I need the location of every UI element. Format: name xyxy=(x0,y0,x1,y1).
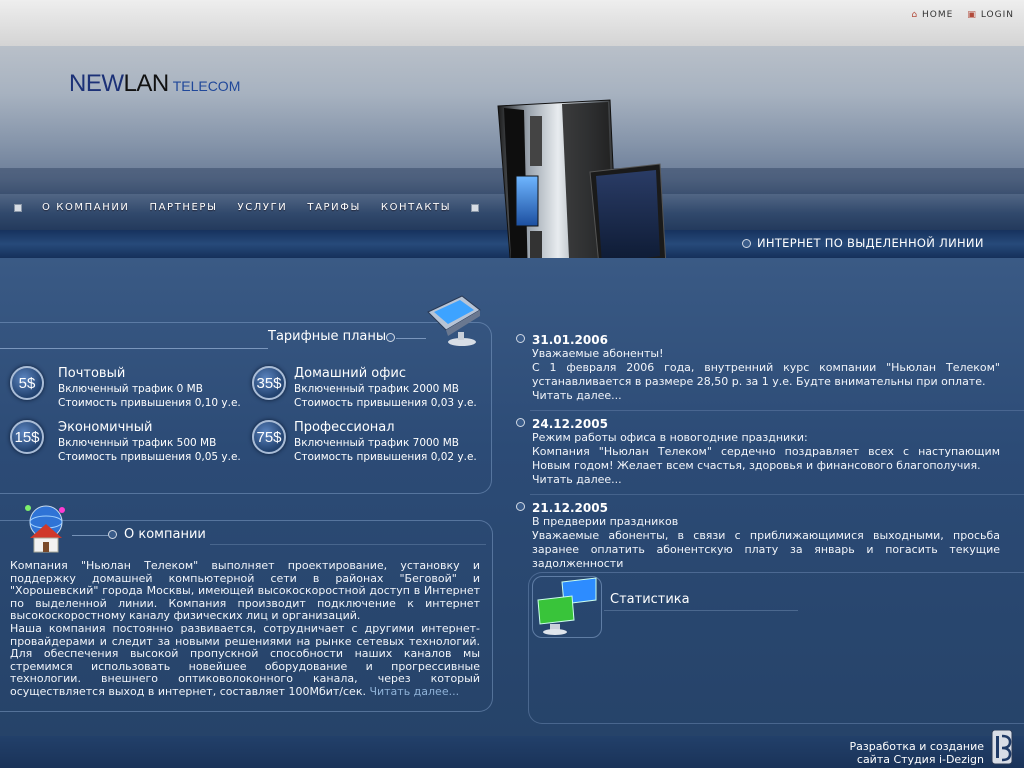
news-body: Компания "Ньюлан Телеком" сердечно поздр… xyxy=(532,445,1000,472)
logo-lan: LAN xyxy=(123,70,170,97)
tariff-overage: Стоимость привышения 0,03 у.е. xyxy=(294,396,477,409)
news-date: 21.12.2005 xyxy=(532,501,608,515)
about-title-line xyxy=(72,535,108,536)
tariff-traffic: Включенный трафик 0 MB xyxy=(58,383,203,395)
tariff-item[interactable]: 15$ Экономичный Включенный трафик 500 MB… xyxy=(10,420,241,464)
footer-credit-line-1: Разработка и создание xyxy=(849,740,984,753)
news-read-more-link[interactable]: Читать далее... xyxy=(532,473,1000,487)
news-divider xyxy=(530,494,1024,495)
news-body: С 1 февраля 2006 года, внутренний курс к… xyxy=(532,361,1000,388)
about-title: О компании xyxy=(124,527,206,542)
home-link-label: HOME xyxy=(922,10,954,20)
monitor-icon xyxy=(427,295,481,346)
tariff-name: Профессионал xyxy=(294,420,395,435)
news-item: 21.12.2005 В предверии праздников Уважае… xyxy=(516,501,1000,571)
footer-credit-line-2: сайта Студия i-Dezign xyxy=(856,753,984,766)
monitors-icon xyxy=(537,577,597,635)
login-link-label: LOGIN xyxy=(980,10,1014,20)
circle-bullet-icon xyxy=(108,530,117,539)
news-date: 31.01.2006 xyxy=(532,333,608,347)
tariffs-title: Тарифные планы xyxy=(268,329,387,344)
tariff-name: Экономичный xyxy=(58,420,153,435)
home-link[interactable]: ⌂ HOME xyxy=(911,10,953,20)
site-logo[interactable]: NEWLAN TELECOM xyxy=(69,70,240,98)
about-read-more-link[interactable]: Читать далее... xyxy=(369,685,459,698)
main-nav: О КОМПАНИИ ПАРТНЕРЫ УСЛУГИ ТАРИФЫ КОНТАК… xyxy=(14,202,480,213)
tariff-item[interactable]: 75$ Профессионал Включенный трафик 7000 … xyxy=(252,420,477,464)
statistics-panel xyxy=(528,572,1024,724)
circle-bullet-icon xyxy=(516,334,525,343)
hero-tagline-text: ИНТЕРНЕТ ПО ВЫДЕЛЕННОЙ ЛИНИИ xyxy=(757,236,984,250)
studio-logo-icon xyxy=(991,730,1013,765)
tariff-item[interactable]: 35$ Домашний офис Включенный трафик 2000… xyxy=(252,366,477,410)
news-read-more-link[interactable]: Читать далее... xyxy=(532,389,1000,403)
circle-bullet-icon xyxy=(516,418,525,427)
news-item: 31.01.2006 Уважаемые абоненты! С 1 февра… xyxy=(516,333,1000,403)
news-title: Уважаемые абоненты! xyxy=(532,347,664,360)
statistics-title-line xyxy=(604,610,798,611)
tariff-price-badge: 75$ xyxy=(252,420,286,454)
tariff-overage: Стоимость привышения 0,10 у.е. xyxy=(58,396,241,409)
news-divider xyxy=(530,410,1024,411)
lock-icon: ▣ xyxy=(967,10,977,20)
circle-bullet-icon xyxy=(386,333,395,342)
tariff-name: Домашний офис xyxy=(294,366,406,381)
about-title-line-right xyxy=(210,544,486,545)
tariff-item[interactable]: 5$ Почтовый Включенный трафик 0 MB Стоим… xyxy=(10,366,241,410)
circle-bullet-icon xyxy=(742,238,751,248)
top-bar xyxy=(0,0,1024,46)
about-text: Компания "Ньюлан Телеком" выполняет прое… xyxy=(10,559,480,699)
footer-credit[interactable]: Разработка и создание сайта Студия i-Dez… xyxy=(850,740,984,766)
nav-item-about[interactable]: О КОМПАНИИ xyxy=(42,202,130,213)
tariff-price-badge: 35$ xyxy=(252,366,286,400)
circle-bullet-icon xyxy=(516,502,525,511)
house-globe-icon xyxy=(25,505,65,553)
home-icon: ⌂ xyxy=(911,10,919,20)
news-title: В предверии праздников xyxy=(532,515,679,528)
nav-bullet-icon xyxy=(14,203,22,212)
login-link[interactable]: ▣ LOGIN xyxy=(967,10,1014,20)
about-paragraph-1: Компания "Ньюлан Телеком" выполняет прое… xyxy=(10,559,480,623)
hero-tagline: ИНТЕРНЕТ ПО ВЫДЕЛЕННОЙ ЛИНИИ xyxy=(742,236,984,250)
tariff-price-badge: 5$ xyxy=(10,366,44,400)
statistics-title: Статистика xyxy=(610,592,690,607)
nav-item-tariffs[interactable]: ТАРИФЫ xyxy=(307,202,361,213)
nav-item-services[interactable]: УСЛУГИ xyxy=(238,202,288,213)
tariff-price-badge: 15$ xyxy=(10,420,44,454)
news-title: Режим работы офиса в новогодние праздник… xyxy=(532,431,808,444)
news-body: Уважаемые абоненты, в связи с приближающ… xyxy=(532,529,1000,570)
tariff-traffic: Включенный трафик 7000 MB xyxy=(294,437,459,449)
tariff-overage: Стоимость привышения 0,02 у.е. xyxy=(294,450,477,463)
logo-telecom: TELECOM xyxy=(172,78,241,94)
nav-item-contacts[interactable]: КОНТАКТЫ xyxy=(381,202,451,213)
nav-bullet-icon xyxy=(471,203,480,212)
news-date: 24.12.2005 xyxy=(532,417,608,431)
tariff-traffic: Включенный трафик 2000 MB xyxy=(294,383,459,395)
news-item: 24.12.2005 Режим работы офиса в новогодн… xyxy=(516,417,1000,487)
tariff-traffic: Включенный трафик 500 MB xyxy=(58,437,217,449)
tariffs-title-line xyxy=(0,348,268,349)
nav-item-partners[interactable]: ПАРТНЕРЫ xyxy=(150,202,218,213)
logo-new: NEW xyxy=(69,70,124,97)
top-links: ⌂ HOME ▣ LOGIN xyxy=(911,10,1014,20)
tariff-name: Почтовый xyxy=(58,366,126,381)
tariff-overage: Стоимость привышения 0,05 у.е. xyxy=(58,450,241,463)
